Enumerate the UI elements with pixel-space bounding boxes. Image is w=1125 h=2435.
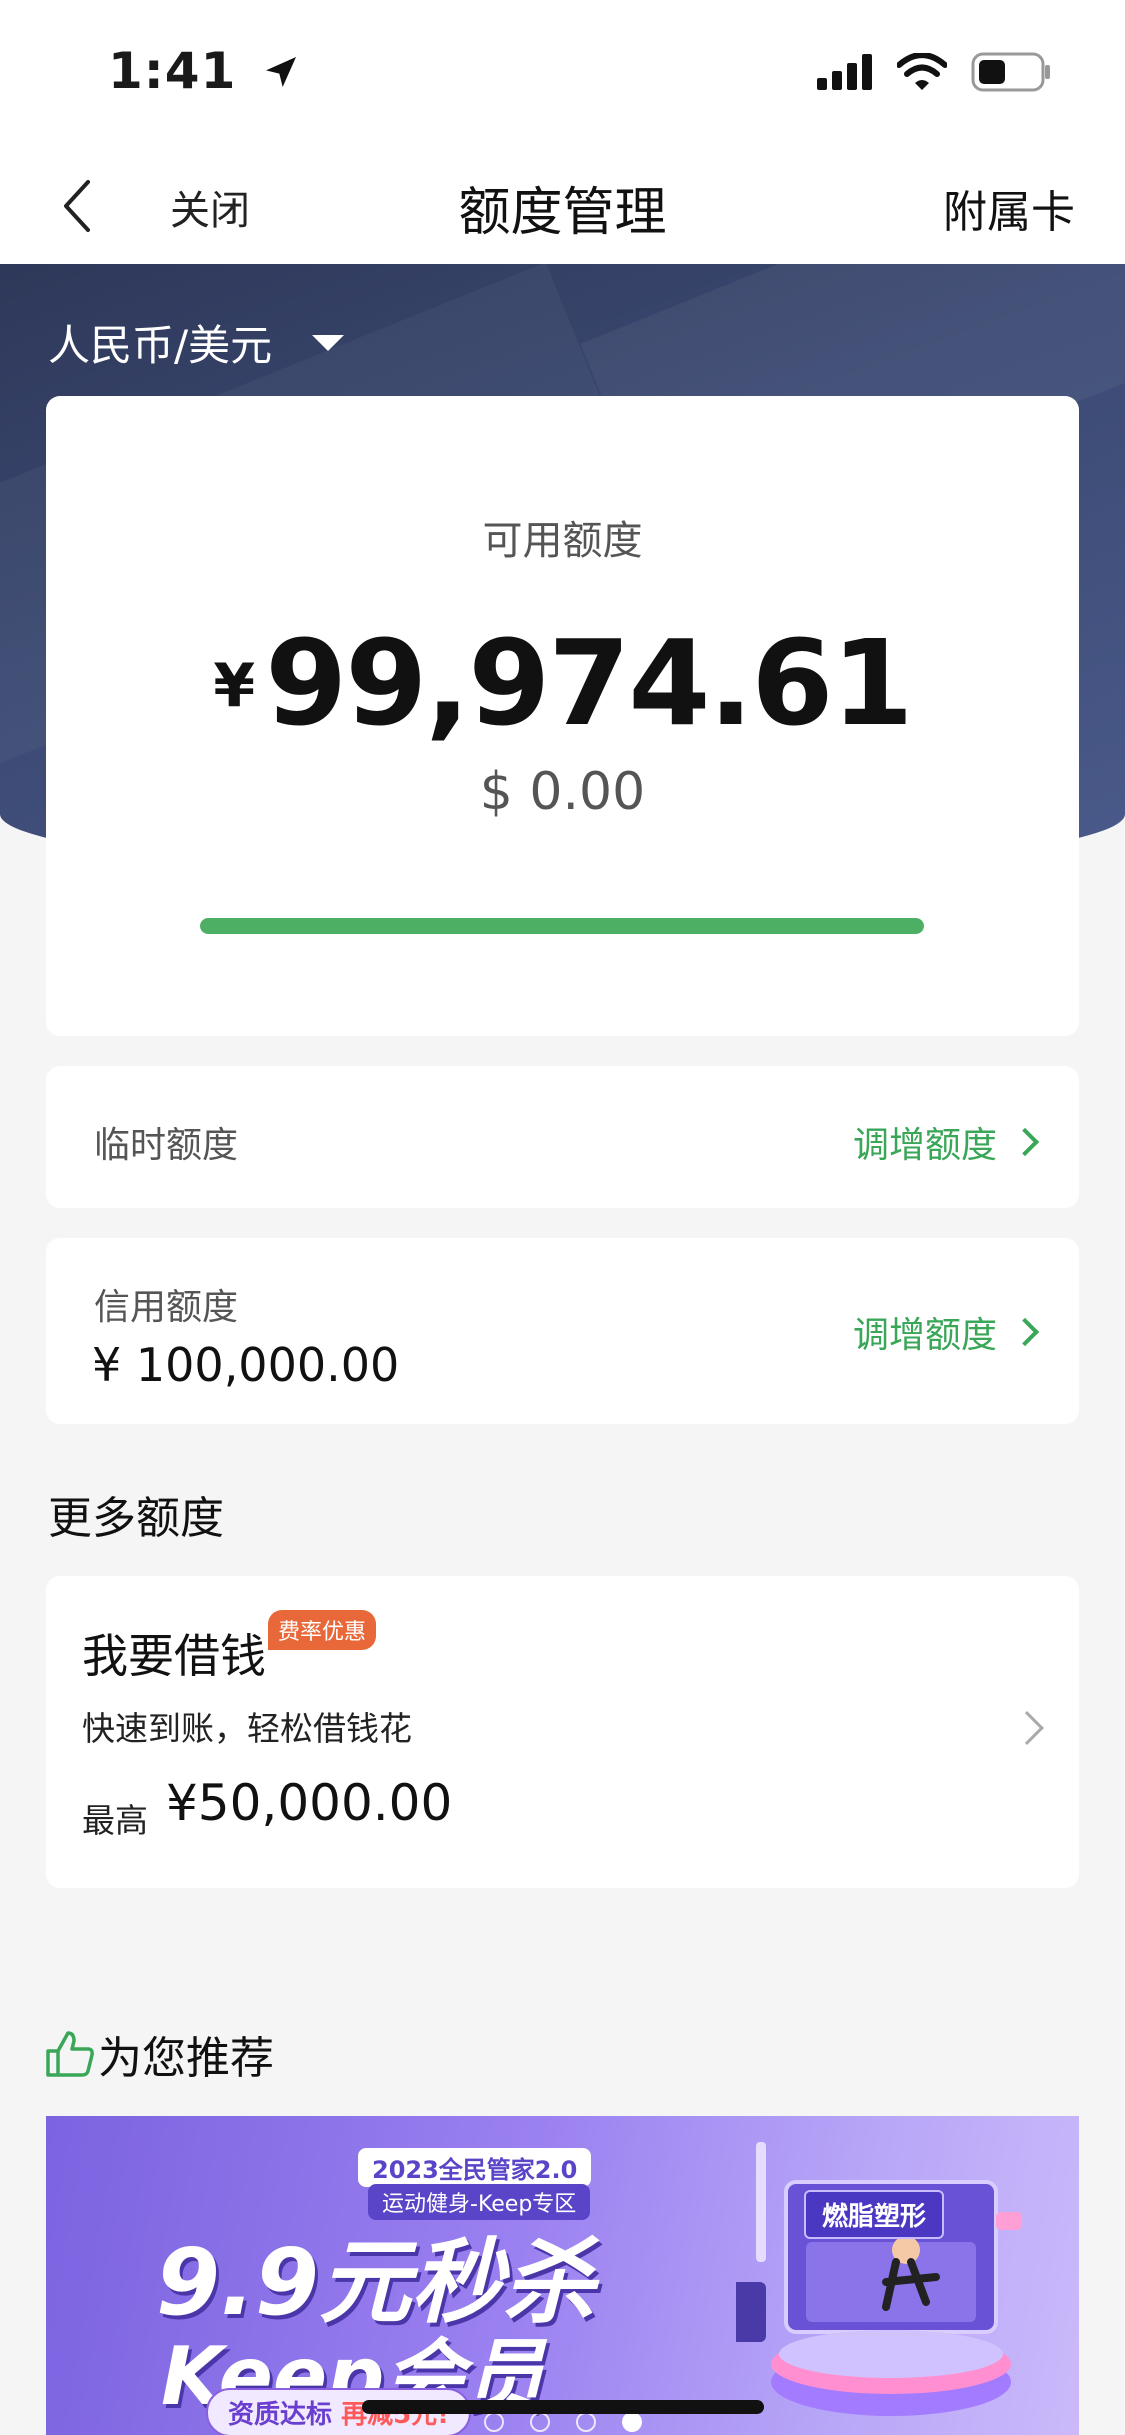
credit-limit-adjust-link[interactable]: 调增额度	[852, 1306, 1040, 1358]
credit-usage-progress-fill	[200, 918, 924, 934]
rate-discount-badge: 费率优惠	[268, 1610, 377, 1650]
carousel-dot[interactable]	[575, 2412, 596, 2432]
currency-selector[interactable]: 人民币/美元	[48, 312, 345, 373]
available-credit-label: 可用额度	[482, 518, 643, 564]
borrow-max-value: ¥50,000.00	[166, 1774, 453, 1832]
usd-available-amount: $ 0.00	[479, 762, 646, 822]
nav-bar: 关闭 额度管理 附属卡	[0, 150, 1125, 264]
temporary-limit-row[interactable]: 临时额度 调增额度	[46, 1066, 1079, 1208]
promo-banner[interactable]: 2023全民管家2.0 运动健身-Keep专区 9.9元秒杀 Keep会员 资质…	[46, 2116, 1079, 2435]
status-time: 1:41	[108, 42, 301, 100]
currency-symbol: ¥	[213, 651, 256, 721]
credit-limit-value: ¥ 100,000.00	[92, 1338, 400, 1392]
borrow-money-card[interactable]: 我要借钱 费率优惠 快速到账，轻松借钱花 最高 ¥50,000.00	[46, 1576, 1079, 1888]
adjust-link-label: 调增额度	[852, 1125, 997, 1166]
credit-limit-row[interactable]: 信用额度 ¥ 100,000.00 调增额度	[46, 1238, 1079, 1424]
carousel-dot[interactable]	[529, 2412, 550, 2432]
adjust-link-label: 调增额度	[852, 1315, 997, 1356]
credit-limit-label: 信用额度	[94, 1287, 239, 1328]
recommend-title-label: 为您推荐	[98, 2033, 274, 2084]
currency-label: 人民币/美元	[48, 321, 273, 370]
borrow-money-description: 快速到账，轻松借钱花	[82, 1709, 412, 1748]
supplementary-card-button[interactable]: 附属卡	[943, 176, 1075, 240]
available-credit-amount: ¥99,974.61	[46, 614, 1079, 752]
available-credit-card: 可用额度 ¥99,974.61 $ 0.00	[46, 396, 1079, 1036]
location-arrow-icon	[265, 57, 296, 87]
thumbs-up-icon	[46, 2031, 94, 2077]
carousel-dots[interactable]	[46, 2412, 1079, 2432]
battery-icon	[971, 52, 1050, 92]
status-bar: 1:41	[0, 0, 1125, 150]
borrow-max-label: 最高	[82, 1801, 148, 1840]
temporary-limit-label: 临时额度	[94, 1125, 239, 1166]
wifi-icon	[897, 53, 947, 90]
status-icons	[817, 52, 1051, 92]
chevron-right-icon	[1010, 1317, 1040, 1347]
recommend-section-title: 为您推荐	[44, 2022, 274, 2086]
chevron-right-icon	[1010, 1711, 1044, 1745]
banner-tag: 2023全民管家2.0	[358, 2148, 592, 2187]
chevron-right-icon	[1010, 1127, 1040, 1157]
carousel-dot[interactable]	[483, 2412, 504, 2432]
temporary-limit-adjust-link[interactable]: 调增额度	[852, 1116, 1040, 1168]
carousel-dot[interactable]	[621, 2412, 642, 2432]
triangle-down-icon	[312, 334, 345, 351]
more-limits-title: 更多额度	[48, 1493, 224, 1544]
credit-usage-progress-bar	[200, 918, 924, 934]
signal-icon	[817, 54, 872, 90]
borrow-money-title: 我要借钱	[82, 1629, 266, 1683]
gym-illustration	[736, 2142, 1022, 2416]
banner-sign: 燃脂塑形	[804, 2190, 945, 2239]
available-credit-value: 99,974.61	[265, 614, 913, 752]
home-indicator	[362, 2400, 764, 2414]
